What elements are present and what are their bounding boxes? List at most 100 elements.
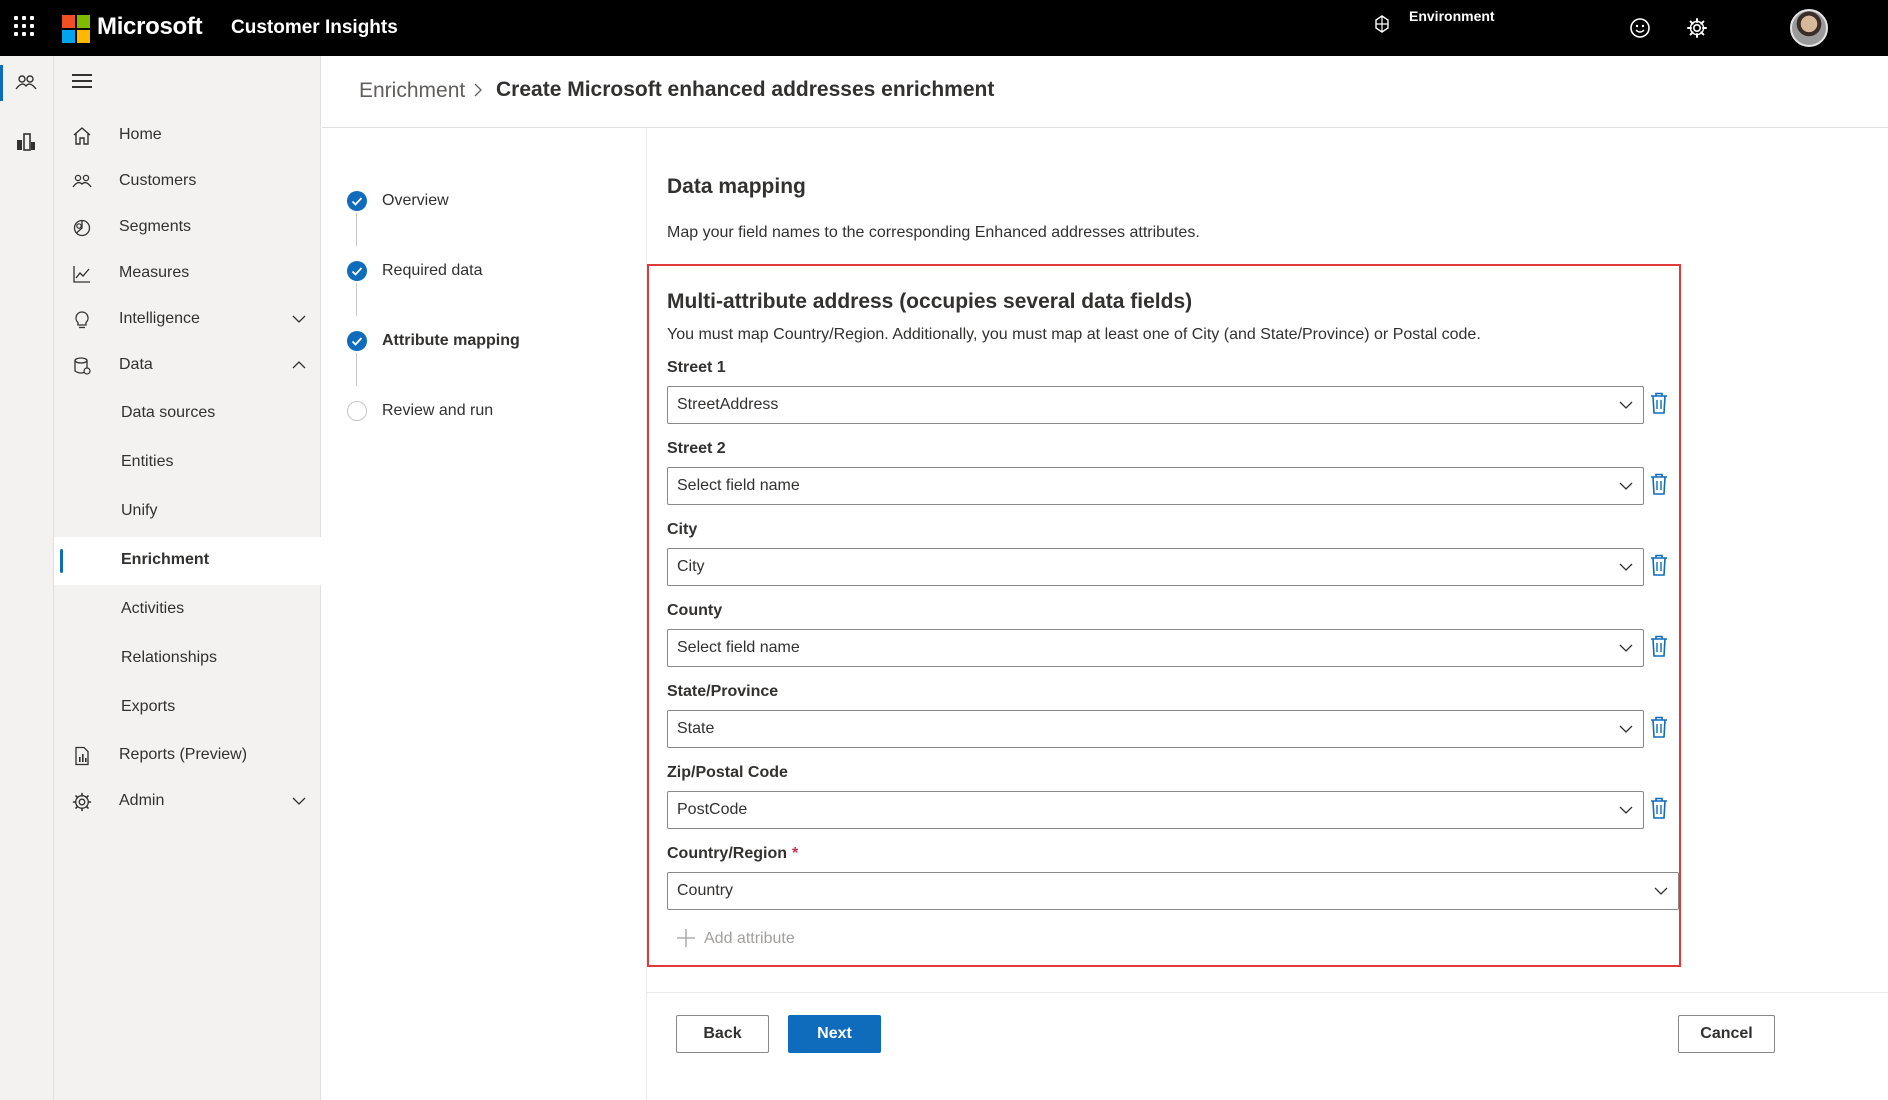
nav-item-customers[interactable]: Customers [54, 158, 321, 206]
nav-item-home[interactable]: Home [54, 112, 321, 160]
chevron-up-icon[interactable] [292, 358, 306, 372]
field-label-street-1: Street 1 [667, 359, 726, 376]
next-button[interactable]: Next [788, 1015, 881, 1053]
people-icon [72, 174, 92, 188]
nav-subitem-unify[interactable]: Unify [54, 488, 321, 536]
microsoft-logo [62, 15, 90, 43]
state-province-dropdown[interactable]: State [667, 710, 1644, 748]
city-dropdown[interactable]: City [667, 548, 1644, 586]
nav-subitem-label: Entities [121, 453, 174, 470]
chevron-down-icon [1654, 887, 1668, 895]
cancel-button[interactable]: Cancel [1678, 1015, 1775, 1053]
field-label-text: Country/Region [667, 845, 787, 862]
country-region-dropdown[interactable]: Country [667, 872, 1679, 910]
step-complete-check-icon [347, 191, 367, 211]
chevron-right-icon [474, 83, 482, 97]
chevron-down-icon [1619, 806, 1633, 814]
environment-icon[interactable] [1373, 15, 1391, 33]
feedback-smiley-icon[interactable] [1629, 17, 1651, 39]
nav-item-segments[interactable]: Segments [54, 204, 321, 252]
chevron-down-icon[interactable] [292, 312, 306, 326]
nav-item-admin[interactable]: Admin [54, 778, 321, 826]
field-label-city: City [667, 521, 698, 538]
nav-item-label: Segments [119, 218, 192, 235]
step-review-and-run[interactable]: Review and run [347, 398, 637, 428]
step-attribute-mapping[interactable]: Attribute mapping [347, 328, 637, 358]
zip-postal-code-dropdown[interactable]: PostCode [667, 791, 1644, 829]
nav-subitem-label: Exports [121, 698, 176, 715]
nav-item-label: Measures [119, 264, 190, 281]
chevron-down-icon [1619, 644, 1633, 652]
step-label: Review and run [382, 402, 494, 419]
delete-trash-icon[interactable] [1650, 554, 1668, 576]
plus-icon [677, 929, 695, 947]
step-complete-check-icon [347, 331, 367, 351]
nav-subitem-activities[interactable]: Activities [54, 586, 321, 634]
chevron-down-icon [1619, 482, 1633, 490]
nav-subitem-enrichment[interactable]: Enrichment [54, 537, 321, 585]
panel-title: Multi-attribute address (occupies severa… [667, 290, 1193, 313]
delete-trash-icon[interactable] [1650, 797, 1668, 819]
chevron-down-icon[interactable] [292, 794, 306, 808]
field-label-county: County [667, 602, 723, 619]
hamburger-menu-icon[interactable] [72, 74, 92, 88]
gear-icon [72, 792, 92, 812]
app-name[interactable]: Customer Insights [231, 17, 398, 39]
dropdown-value: State [677, 720, 715, 737]
top-bar: Microsoft Customer Insights Environment [0, 0, 1888, 56]
chevron-down-icon [1619, 563, 1633, 571]
street-1-dropdown[interactable]: StreetAddress [667, 386, 1644, 424]
side-navigation: Home Customers Segments Measures Intelli… [54, 56, 321, 1100]
report-icon [75, 746, 89, 766]
delete-trash-icon[interactable] [1650, 473, 1668, 495]
step-overview[interactable]: Overview [347, 188, 637, 218]
add-attribute-label: Add attribute [704, 930, 795, 947]
nav-item-label: Home [119, 126, 162, 143]
nav-subitem-data-sources[interactable]: Data sources [54, 390, 321, 438]
brand-name: Microsoft [97, 13, 203, 40]
panel-description: You must map Country/Region. Additionall… [667, 326, 1481, 343]
nav-subitem-exports[interactable]: Exports [54, 684, 321, 732]
step-pending-circle-icon [347, 401, 367, 421]
nav-item-label: Admin [119, 792, 165, 809]
nav-item-intelligence[interactable]: Intelligence [54, 296, 321, 344]
nav-item-reports[interactable]: Reports (Preview) [54, 732, 321, 780]
nav-subitem-label: Data sources [121, 404, 216, 421]
settings-gear-icon[interactable] [1686, 17, 1708, 39]
step-complete-check-icon [347, 261, 367, 281]
nav-item-measures[interactable]: Measures [54, 250, 321, 298]
people-icon [15, 75, 37, 90]
nav-item-label: Reports (Preview) [119, 746, 248, 763]
field-label-country-region: Country/Region * [667, 845, 798, 863]
nav-subitem-label: Unify [121, 502, 158, 519]
street-2-dropdown[interactable]: Select field name [667, 467, 1644, 505]
delete-trash-icon[interactable] [1650, 635, 1668, 657]
nav-subitem-entities[interactable]: Entities [54, 439, 321, 487]
app-launcher-icon[interactable] [14, 16, 36, 38]
chevron-down-icon [1619, 401, 1633, 409]
dropdown-value: PostCode [677, 801, 748, 818]
database-icon [74, 357, 91, 375]
nav-item-label: Data [119, 356, 153, 373]
segments-icon [73, 219, 91, 237]
user-avatar[interactable] [1790, 9, 1828, 47]
field-label-state-province: State/Province [667, 683, 779, 700]
nav-subitem-relationships[interactable]: Relationships [54, 635, 321, 683]
nav-subitem-label: Relationships [121, 649, 218, 666]
step-label: Overview [382, 192, 449, 209]
rail-reports[interactable] [0, 114, 54, 168]
nav-item-data[interactable]: Data [54, 342, 321, 390]
section-title: Data mapping [667, 175, 806, 198]
breadcrumb-parent-link[interactable]: Enrichment [359, 79, 465, 103]
county-dropdown[interactable]: Select field name [667, 629, 1644, 667]
rail-customers-insights[interactable] [0, 56, 54, 110]
page-title: Create Microsoft enhanced addresses enri… [496, 78, 995, 101]
nav-item-label: Customers [119, 172, 197, 189]
step-required-data[interactable]: Required data [347, 258, 637, 288]
dropdown-value: City [677, 558, 705, 575]
environment-label[interactable]: Environment [1409, 8, 1495, 24]
required-marker: * [792, 845, 799, 862]
delete-trash-icon[interactable] [1650, 716, 1668, 738]
back-button[interactable]: Back [676, 1015, 769, 1053]
delete-trash-icon[interactable] [1650, 392, 1668, 414]
